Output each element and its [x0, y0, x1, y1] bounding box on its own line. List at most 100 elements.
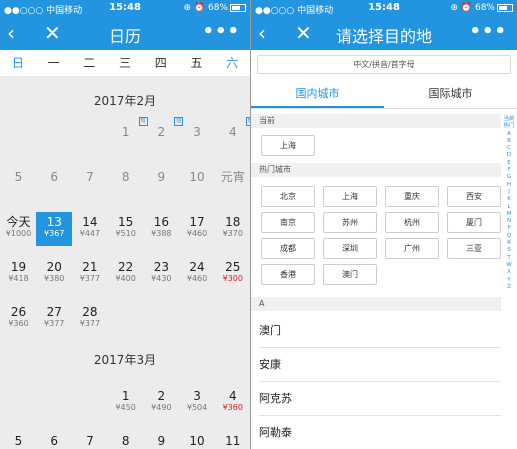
calendar-day-cell[interactable]: 22 ¥400 [108, 257, 144, 291]
day-price: ¥388 [151, 229, 172, 238]
hot-city-chip[interactable]: 苏州 [323, 212, 377, 233]
day-price: ¥460 [186, 274, 208, 283]
index-letter[interactable]: T [503, 255, 515, 262]
day-number: 2 [157, 389, 166, 403]
hot-city-chip[interactable]: 深圳 [323, 238, 377, 259]
hot-city-chip[interactable]: 广州 [385, 238, 439, 259]
alphabet-index[interactable]: 当前 热门 A B C D E F G H J K L M N P Q R S T W X Y Z [503, 116, 515, 291]
hot-city-chip[interactable]: 上海 [323, 186, 377, 207]
calendar-day-cell[interactable]: 21 ¥377 [72, 257, 108, 291]
day-number: 5 [14, 170, 23, 184]
index-letter[interactable]: D [503, 152, 515, 159]
calendar-day-cell[interactable]: 5 [1, 431, 37, 449]
calendar-day-cell[interactable]: 20 ¥380 [36, 257, 72, 291]
more-icon[interactable]: ••• [202, 21, 240, 42]
index-letter[interactable]: M [503, 211, 515, 218]
calendar-day-cell[interactable]: 10 [179, 431, 215, 449]
hot-city-chip[interactable]: 西安 [447, 186, 501, 207]
index-letter[interactable]: P [503, 225, 515, 232]
day-number: 7 [86, 434, 94, 448]
city-list-item[interactable]: 阿克苏 [259, 382, 501, 416]
calendar-day-cell[interactable]: 4 ¥360 [215, 386, 250, 420]
calendar-day-cell[interactable]: 15 ¥510 [108, 212, 144, 246]
calendar-day-cell[interactable]: 6 [36, 431, 72, 449]
hot-city-chip[interactable]: 杭州 [385, 212, 439, 233]
day-number: 9 [157, 170, 166, 184]
city-list-item[interactable]: 安康 [259, 348, 501, 382]
calendar-day-cell[interactable]: 25 ¥300 [215, 257, 250, 291]
tab-bar: 国内城市 国际城市 [251, 80, 517, 109]
index-letter[interactable]: G [503, 174, 515, 181]
index-letter[interactable]: N [503, 218, 515, 225]
index-letter[interactable]: Y [503, 277, 515, 284]
day-number: 16 [153, 215, 169, 229]
index-letter[interactable]: E [503, 160, 515, 167]
calendar-day-cell[interactable]: 2 ¥490 [143, 386, 179, 420]
calendar-day-cell[interactable]: 23 ¥430 [143, 257, 179, 291]
calendar-day-cell[interactable]: 1 ¥450 [108, 386, 144, 420]
index-letter[interactable]: L [503, 204, 515, 211]
calendar-day-cell[interactable]: 27 ¥377 [36, 302, 72, 336]
hot-city-chip[interactable]: 北京 [261, 186, 315, 207]
status-bar: ●●○○○ 中国移动 15:48 ⊕ ⏰ 68% [251, 0, 517, 17]
day-price: ¥360 [8, 319, 29, 328]
current-city-chip[interactable]: 上海 [261, 135, 315, 156]
day-number: 3 [193, 125, 201, 139]
index-letter[interactable]: Q [503, 233, 515, 240]
status-bar: ●●○○○ 中国移动 15:48 ⊕ ⏰ 68% [0, 0, 250, 17]
hot-city-chip[interactable]: 澳门 [323, 264, 377, 285]
calendar-day-cell[interactable]: 24 ¥460 [179, 257, 215, 291]
day-number: 1 [121, 389, 130, 403]
calendar-day-cell[interactable]: 18 ¥370 [215, 212, 250, 246]
index-letter[interactable]: S [503, 247, 515, 254]
calendar-day-cell: 元宵 [215, 167, 250, 201]
hot-city-chip[interactable]: 厦门 [447, 212, 501, 233]
index-letter[interactable]: F [503, 167, 515, 174]
day-price: ¥450 [115, 403, 136, 412]
calendar-day-cell: 2班 [143, 117, 184, 156]
tab-domestic[interactable]: 国内城市 [251, 80, 384, 108]
calendar-day-cell[interactable]: 17 ¥460 [179, 212, 215, 246]
calendar-day-cell[interactable]: 3 ¥504 [179, 386, 215, 420]
calendar-day-cell[interactable]: 28 ¥377 [72, 302, 108, 336]
calendar-day-cell[interactable]: 今天 ¥1000 [1, 212, 37, 246]
calendar-day-cell[interactable]: 9 [143, 431, 179, 449]
city-list-item[interactable]: 阿勒泰 [259, 416, 501, 449]
search-input[interactable]: 中文/拼音/首字母 [257, 55, 511, 74]
day-number: 14 [82, 215, 98, 229]
index-letter[interactable]: C [503, 145, 515, 152]
destination-screen: ●●○○○ 中国移动 15:48 ⊕ ⏰ 68% ‹ ✕ 请选择目的地 ••• … [251, 0, 517, 449]
calendar-day-cell[interactable]: 8 [108, 431, 144, 449]
tab-international[interactable]: 国际城市 [384, 80, 517, 108]
index-letter[interactable]: W [503, 262, 515, 269]
calendar-day-cell[interactable]: 16 ¥388 [143, 212, 179, 246]
hot-city-chip[interactable]: 成都 [261, 238, 315, 259]
weekday-label: 一 [47, 56, 60, 70]
day-price: ¥490 [151, 403, 172, 412]
calendar-day-cell[interactable]: 14 ¥447 [72, 212, 108, 246]
hot-city-chip[interactable]: 香港 [261, 264, 315, 285]
calendar-day-cell[interactable]: 13 ¥367 [36, 212, 73, 246]
index-letter[interactable]: K [503, 196, 515, 203]
index-letter[interactable]: Z [503, 284, 515, 291]
index-letter[interactable]: H [503, 182, 515, 189]
calendar-day-cell[interactable]: 19 ¥418 [1, 257, 37, 291]
hot-city-chip[interactable]: 三亚 [447, 238, 501, 259]
day-number: 23 [153, 260, 169, 274]
day-price: ¥460 [186, 229, 208, 238]
city-list-item[interactable]: 澳门 [259, 314, 501, 348]
index-letter[interactable]: A [503, 131, 515, 138]
calendar-day-cell[interactable]: 11 [215, 431, 250, 449]
index-letter[interactable]: X [503, 269, 515, 276]
index-letter[interactable]: B [503, 138, 515, 145]
calendar-day-cell[interactable]: 7 [72, 431, 108, 449]
index-letter[interactable]: J [503, 189, 515, 196]
calendar-day-cell[interactable]: 26 ¥360 [1, 302, 37, 336]
day-price: ¥430 [151, 274, 172, 283]
hot-city-chip[interactable]: 南京 [261, 212, 315, 233]
hot-city-chip[interactable]: 重庆 [385, 186, 439, 207]
more-icon[interactable]: ••• [469, 21, 507, 42]
index-letter[interactable]: R [503, 240, 515, 247]
index-letter[interactable]: 热门 [503, 123, 515, 130]
day-price: ¥360 [222, 403, 243, 412]
